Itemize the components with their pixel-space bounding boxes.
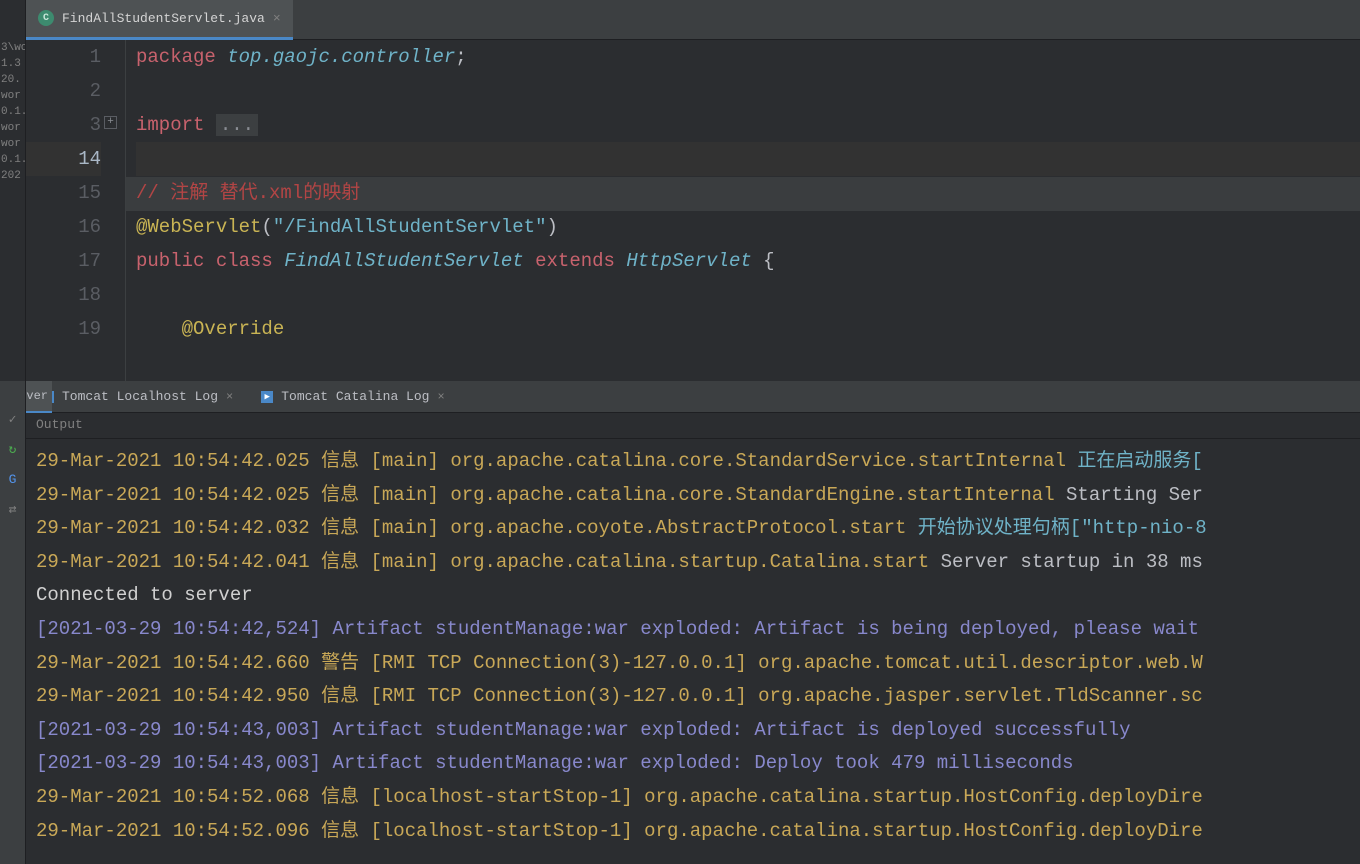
refresh-icon[interactable]: ↻ bbox=[5, 441, 21, 457]
line-number[interactable]: 15 bbox=[26, 176, 101, 210]
tool-column: ✓ ↻ G ⇄ bbox=[0, 381, 26, 864]
console-line: [2021-03-29 10:54:43,003] Artifact stude… bbox=[36, 714, 1350, 748]
console-line: 29-Mar-2021 10:54:42.025 信息 [main] org.a… bbox=[36, 479, 1350, 513]
line-number[interactable]: 14 bbox=[26, 142, 101, 176]
file-tab-active[interactable]: C FindAllStudentServlet.java × bbox=[26, 0, 293, 40]
close-icon[interactable]: × bbox=[226, 390, 233, 404]
line-number[interactable]: 18 bbox=[26, 278, 101, 312]
sidebar-path-fragment: 1.3 bbox=[0, 56, 25, 72]
console-line: 29-Mar-2021 10:54:42.032 信息 [main] org.a… bbox=[36, 512, 1350, 546]
line-number[interactable]: 1 bbox=[26, 40, 101, 74]
fold-icon[interactable]: + bbox=[104, 116, 117, 129]
tab-filename: FindAllStudentServlet.java bbox=[62, 11, 265, 26]
line-number[interactable]: 16 bbox=[26, 210, 101, 244]
line-gutter: 123+141516171819 bbox=[26, 40, 126, 381]
sidebar-path-fragment: 202 bbox=[0, 168, 25, 184]
run-arrow-icon: ▶ bbox=[261, 391, 273, 403]
console-line: 29-Mar-2021 10:54:52.096 信息 [localhost-s… bbox=[36, 815, 1350, 849]
sidebar-path-fragment: 3\wo bbox=[0, 40, 25, 56]
console-line: [2021-03-29 10:54:43,003] Artifact stude… bbox=[36, 747, 1350, 781]
line-number[interactable]: 2 bbox=[26, 74, 101, 108]
sidebar-path-fragment: 0.1. bbox=[0, 104, 25, 120]
console-line: 29-Mar-2021 10:54:52.068 信息 [localhost-s… bbox=[36, 781, 1350, 815]
left-sidebar-strip: 3\wo1.320.wor0.1.worwor0.1.202 bbox=[0, 0, 26, 381]
console-line: [2021-03-29 10:54:42,524] Artifact stude… bbox=[36, 613, 1350, 647]
debug-icon[interactable]: ⇄ bbox=[5, 501, 21, 517]
output-label: Output bbox=[26, 413, 1360, 439]
log-tab-catalina[interactable]: ▶ Tomcat Catalina Log × bbox=[261, 389, 444, 404]
sidebar-path-fragment: wor bbox=[0, 88, 25, 104]
log-tab-localhost[interactable]: ▶ Tomcat Localhost Log × bbox=[42, 389, 233, 404]
console-line: 29-Mar-2021 10:54:42.660 警告 [RMI TCP Con… bbox=[36, 647, 1350, 681]
active-run-tab[interactable]: ver bbox=[26, 381, 52, 413]
editor-tabs: C FindAllStudentServlet.java × bbox=[26, 0, 1360, 40]
log-tab-bar: ver ▶ Tomcat Localhost Log × ▶ Tomcat Ca… bbox=[26, 381, 1360, 413]
sidebar-path-fragment: 20. bbox=[0, 72, 25, 88]
sidebar-path-fragment: wor bbox=[0, 120, 25, 136]
run-panel: ✓ ↻ G ⇄ ver ▶ Tomcat Localhost Log × ▶ T… bbox=[0, 381, 1360, 864]
code-editor[interactable]: 123+141516171819 package top.gaojc.contr… bbox=[26, 40, 1360, 381]
java-class-icon: C bbox=[38, 10, 54, 26]
console-line: 29-Mar-2021 10:54:42.041 信息 [main] org.a… bbox=[36, 546, 1350, 580]
check-icon[interactable]: ✓ bbox=[5, 411, 21, 427]
editor-panel: 3\wo1.320.wor0.1.worwor0.1.202 C FindAll… bbox=[0, 0, 1360, 381]
close-icon[interactable]: × bbox=[437, 390, 444, 404]
console-output[interactable]: 29-Mar-2021 10:54:42.025 信息 [main] org.a… bbox=[26, 439, 1360, 864]
console-line: 29-Mar-2021 10:54:42.025 信息 [main] org.a… bbox=[36, 445, 1350, 479]
sidebar-path-fragment: wor bbox=[0, 136, 25, 152]
line-number[interactable]: 17 bbox=[26, 244, 101, 278]
line-number[interactable]: 3+ bbox=[26, 108, 101, 142]
settings-icon[interactable]: G bbox=[5, 471, 21, 487]
sidebar-path-fragment: 0.1. bbox=[0, 152, 25, 168]
console-line: 29-Mar-2021 10:54:42.950 信息 [RMI TCP Con… bbox=[36, 680, 1350, 714]
code-content[interactable]: package top.gaojc.controller; import ...… bbox=[126, 40, 1360, 381]
line-number[interactable]: 19 bbox=[26, 312, 101, 346]
close-icon[interactable]: × bbox=[273, 11, 281, 26]
console-line: Connected to server bbox=[36, 579, 1350, 613]
